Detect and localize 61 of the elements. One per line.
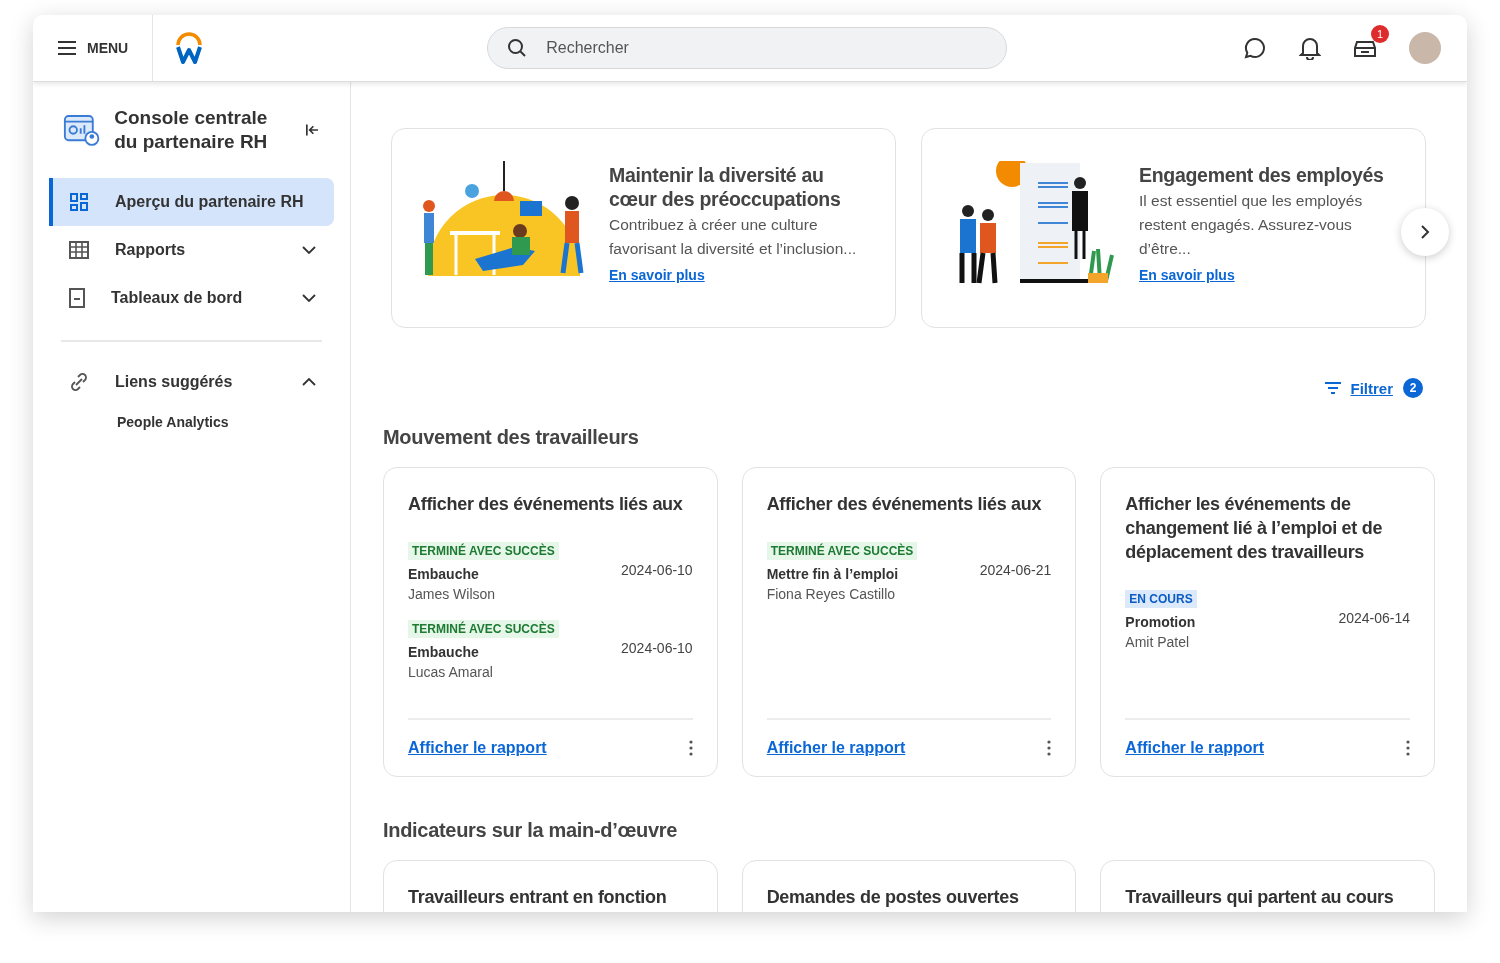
card-title: Travailleurs qui partent au cours	[1125, 886, 1395, 909]
event-date: 2024-06-10	[621, 562, 693, 578]
promo-description: Contribuez à créer une culture favorisant la diversité et l’inclusion...	[609, 214, 858, 259]
chevron-right-icon	[1420, 224, 1430, 240]
status-tag: TERMINÉ AVEC SUCCÈS	[408, 542, 559, 560]
card-title: Afficher des événements liés aux	[766, 493, 1043, 516]
logo-icon[interactable]	[175, 31, 204, 65]
status-tag: TERMINÉ AVEC SUCCÈS	[766, 542, 918, 560]
status-tag: EN COURS	[1125, 590, 1197, 608]
more-options-icon[interactable]	[1047, 740, 1052, 756]
card-title: Demandes de postes ouvertes	[766, 886, 1020, 909]
more-options-icon[interactable]	[688, 740, 693, 756]
suggested-link[interactable]: People Analytics	[49, 406, 334, 430]
promo-description: Il est essentiel que les employés restent engagés. Assurez-vous d’être...	[1139, 190, 1364, 259]
search-field[interactable]: Rechercher	[487, 27, 1008, 69]
grid-icon	[69, 192, 89, 212]
event-type: Embauche	[408, 643, 479, 662]
card-title: Afficher des événements liés aux	[408, 493, 684, 516]
document-icon	[69, 288, 85, 308]
event-type: Mettre fin à l’emploi	[766, 565, 899, 584]
chevron-icon	[302, 245, 316, 255]
menu-icon	[57, 40, 77, 56]
notification-bell-icon[interactable]	[1299, 36, 1321, 60]
more-options-icon[interactable]	[1406, 740, 1410, 756]
view-report-link[interactable]: Afficher le rapport	[766, 739, 906, 757]
event-type: Embauche	[408, 565, 479, 584]
card-title: Travailleurs entrant en fonction	[408, 886, 668, 909]
worker-name: Lucas Amaral	[408, 663, 493, 682]
worker-name: Amit Patel	[1125, 633, 1190, 652]
event-date: 2024-06-10	[621, 640, 693, 656]
sidebar-item[interactable]: Rapports	[49, 226, 334, 274]
learn-more-link[interactable]: En savoir plus	[1139, 266, 1235, 283]
view-report-link[interactable]: Afficher le rapport	[1125, 739, 1265, 757]
filter-icon	[1324, 381, 1343, 395]
filter-link[interactable]: Filtrer	[1324, 379, 1393, 397]
event-date: 2024-06-14	[1338, 610, 1410, 626]
menu-button[interactable]: MENU	[33, 15, 154, 81]
view-report-link[interactable]: Afficher le rapport	[408, 739, 547, 757]
chevron-icon	[302, 293, 316, 303]
card-title: Afficher les événements de changement lié à l’emploi et de déplacement des travailleurs	[1125, 493, 1384, 564]
collapse-icon[interactable]	[305, 122, 320, 138]
table-icon	[69, 241, 89, 259]
worker-name: James Wilson	[408, 585, 496, 604]
event-date: 2024-06-21	[979, 562, 1052, 578]
sidebar-item[interactable]: Aperçu du partenaire RH	[49, 178, 334, 226]
sidebar-item[interactable]: Liens suggérés	[49, 358, 334, 406]
sidebar-title: Console centrale du partenaire RH	[114, 106, 269, 154]
chevron-icon	[302, 377, 316, 387]
status-tag: TERMINÉ AVEC SUCCÈS	[408, 620, 559, 638]
filter-count-badge: 2	[1403, 378, 1423, 398]
section-title: Indicateurs sur la main-d’œuvre	[383, 819, 679, 842]
sidebar-item[interactable]: Tableaux de bord	[49, 274, 334, 322]
event-type: Promotion	[1125, 613, 1196, 632]
learn-more-link[interactable]: En savoir plus	[609, 266, 705, 283]
worker-name: Fiona Reyes Castillo	[766, 585, 896, 604]
notification-badge: 1	[1371, 25, 1389, 43]
promo-title: Engagement des employés	[1139, 162, 1385, 187]
promo-title: Maintenir la diversité au cœur des préoccupations	[609, 162, 842, 211]
section-title: Mouvement des travailleurs	[383, 426, 640, 449]
link-icon	[69, 372, 89, 392]
chat-icon[interactable]	[1243, 36, 1267, 60]
